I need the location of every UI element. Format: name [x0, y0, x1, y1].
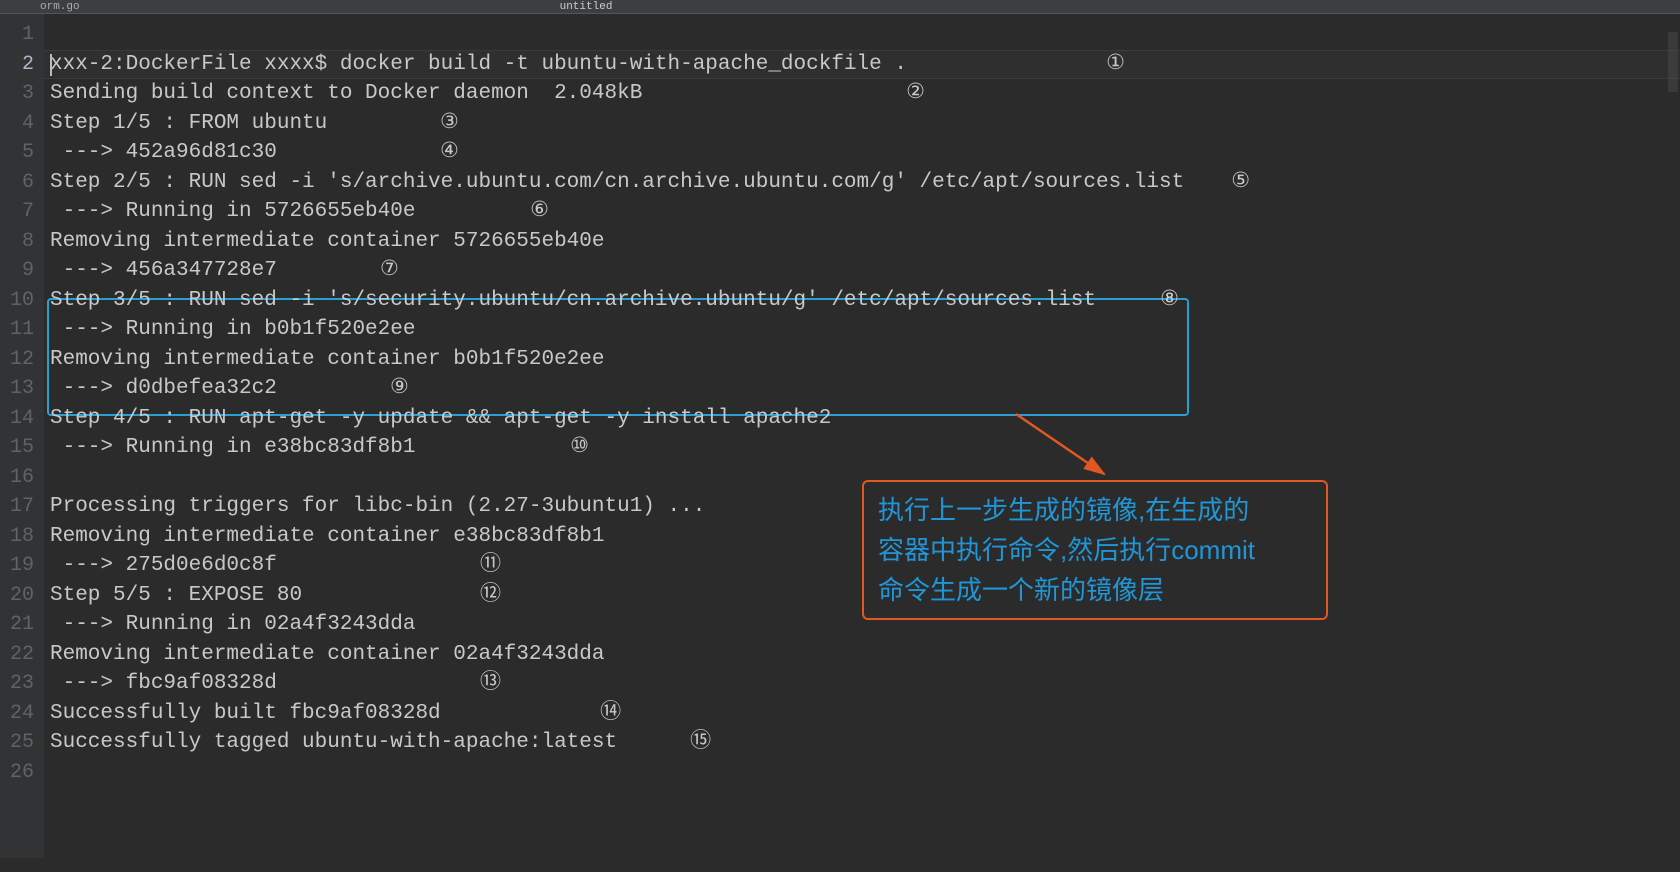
code-line: Removing intermediate container b0b1f520… [50, 345, 1680, 375]
circled-annotation: ⑦ [380, 256, 399, 286]
circled-annotation: ⑭ [600, 699, 621, 729]
code-line: Processing triggers for libc-bin (2.27-3… [50, 492, 1680, 522]
line-number: 10 [0, 286, 34, 316]
code-line: ---> Running in 5726655eb40e⑥ [50, 197, 1680, 227]
code-line: ---> Running in e38bc83df8b1⑩ [50, 433, 1680, 463]
circled-annotation: ⑪ [480, 551, 501, 581]
line-number: 15 [0, 433, 34, 463]
code-line: xxx-2:DockerFile xxxx$ docker build -t u… [50, 50, 1680, 80]
code-line: ---> d0dbefea32c2⑨ [50, 374, 1680, 404]
circled-annotation: ⑩ [570, 433, 589, 463]
line-number: 2 [0, 50, 34, 80]
tab-active[interactable]: untitled [560, 1, 613, 13]
code-line: Step 3/5 : RUN sed -i 's/security.ubuntu… [50, 286, 1680, 316]
line-number: 6 [0, 168, 34, 198]
line-number: 12 [0, 345, 34, 375]
line-number: 24 [0, 699, 34, 729]
code-content[interactable]: xxx-2:DockerFile xxxx$ docker build -t u… [44, 14, 1680, 858]
line-number: 23 [0, 669, 34, 699]
line-number: 18 [0, 522, 34, 552]
circled-annotation: ① [1106, 50, 1125, 80]
code-line: ---> Running in b0b1f520e2ee [50, 315, 1680, 345]
line-number: 25 [0, 728, 34, 758]
circled-annotation: ⑨ [390, 374, 409, 404]
line-number: 17 [0, 492, 34, 522]
code-line: ---> 456a347728e7⑦ [50, 256, 1680, 286]
tab-inactive[interactable]: orm.go [40, 1, 80, 13]
code-line: ---> 452a96d81c30④ [50, 138, 1680, 168]
circled-annotation: ⑫ [480, 581, 501, 611]
code-line: Successfully tagged ubuntu-with-apache:l… [50, 728, 1680, 758]
code-line [50, 758, 1680, 788]
line-number: 4 [0, 109, 34, 139]
code-line: Successfully built fbc9af08328d⑭ [50, 699, 1680, 729]
line-number: 9 [0, 256, 34, 286]
line-number: 11 [0, 315, 34, 345]
code-line: ---> 275d0e6d0c8f⑪ [50, 551, 1680, 581]
circled-annotation: ⑬ [480, 669, 501, 699]
code-line: Step 5/5 : EXPOSE 80⑫ [50, 581, 1680, 611]
code-line [50, 463, 1680, 493]
circled-annotation: ⑧ [1160, 286, 1179, 316]
code-line: Removing intermediate container e38bc83d… [50, 522, 1680, 552]
line-number: 1 [0, 20, 34, 50]
code-line: ---> Running in 02a4f3243dda [50, 610, 1680, 640]
line-number: 22 [0, 640, 34, 670]
editor-area[interactable]: 1234567891011121314151617181920212223242… [0, 14, 1680, 858]
circled-annotation: ⑮ [690, 728, 711, 758]
code-line: Step 4/5 : RUN apt-get -y update && apt-… [50, 404, 1680, 434]
tab-bar[interactable]: orm.go untitled [0, 0, 1680, 14]
circled-annotation: ⑤ [1231, 168, 1250, 198]
line-number: 14 [0, 404, 34, 434]
line-gutter: 1234567891011121314151617181920212223242… [0, 14, 44, 858]
line-number: 8 [0, 227, 34, 257]
code-line [50, 20, 1680, 50]
circled-annotation: ④ [440, 138, 459, 168]
circled-annotation: ② [906, 79, 925, 109]
line-number: 16 [0, 463, 34, 493]
circled-annotation: ⑥ [530, 197, 549, 227]
circled-annotation: ③ [440, 109, 459, 139]
line-number: 20 [0, 581, 34, 611]
code-line: Removing intermediate container 5726655e… [50, 227, 1680, 257]
code-line: Step 1/5 : FROM ubuntu③ [50, 109, 1680, 139]
line-number: 19 [0, 551, 34, 581]
code-line: Step 2/5 : RUN sed -i 's/archive.ubuntu.… [50, 168, 1680, 198]
line-number: 26 [0, 758, 34, 788]
code-line: ---> fbc9af08328d⑬ [50, 669, 1680, 699]
line-number: 7 [0, 197, 34, 227]
line-number: 5 [0, 138, 34, 168]
code-line: Sending build context to Docker daemon 2… [50, 79, 1680, 109]
line-number: 13 [0, 374, 34, 404]
line-number: 21 [0, 610, 34, 640]
code-line: Removing intermediate container 02a4f324… [50, 640, 1680, 670]
line-number: 3 [0, 79, 34, 109]
